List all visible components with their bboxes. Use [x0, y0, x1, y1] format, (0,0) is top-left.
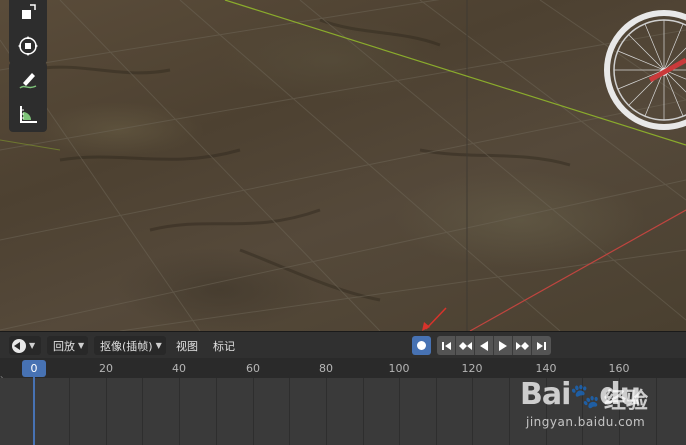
- playback-controls: [437, 336, 551, 355]
- play-button[interactable]: [494, 336, 513, 355]
- play-reverse-icon: [480, 340, 488, 351]
- frame-grid-line: [69, 378, 70, 445]
- frame-grid-line: [363, 378, 364, 445]
- play-reverse-button[interactable]: [475, 336, 494, 355]
- annotation-arrow: [422, 307, 447, 331]
- ruler-tick-label: 60: [246, 362, 260, 375]
- ruler-tick-label: 80: [319, 362, 333, 375]
- ruler-tick-label: 40: [172, 362, 186, 375]
- frame-grid-line: [106, 378, 107, 445]
- jump-end-button[interactable]: [532, 336, 551, 355]
- keying-menu[interactable]: 抠像(插帧) ▼: [94, 336, 166, 355]
- auto-keying-record-button[interactable]: [412, 336, 431, 355]
- frame-grid-line: [399, 378, 400, 445]
- frame-grid-line: [179, 378, 180, 445]
- editor-type-button[interactable]: ▼: [9, 336, 41, 355]
- next-keyframe-button[interactable]: [513, 336, 532, 355]
- frame-grid-line: [253, 378, 254, 445]
- chevron-down-icon: ▼: [29, 341, 36, 350]
- frame-grid-line: [509, 378, 510, 445]
- view-menu[interactable]: 视图: [172, 336, 202, 355]
- marker-menu[interactable]: 标记: [209, 336, 239, 355]
- prev-keyframe-icon: [458, 341, 472, 350]
- playhead-line[interactable]: [33, 377, 35, 445]
- jump-end-icon: [537, 341, 546, 350]
- view-menu-label: 视图: [176, 339, 198, 353]
- frame-grid-line: [436, 378, 437, 445]
- keying-menu-label: 抠像(插帧): [100, 339, 153, 353]
- play-icon: [499, 340, 507, 351]
- chevron-down-icon: ▼: [78, 341, 85, 350]
- playback-menu-label: 回放: [53, 339, 75, 353]
- next-keyframe-icon: [515, 341, 529, 350]
- frame-grid-line: [142, 378, 143, 445]
- blender-window: ▼ 回放 ▼ 抠像(插帧) ▼ 视图 标记 20 40 60 80 100 12…: [0, 0, 686, 445]
- watermark-cn-text: 经验: [604, 389, 649, 414]
- ruler-tick-label: 100: [388, 362, 410, 375]
- frame-grid-line: [326, 378, 327, 445]
- playback-menu[interactable]: 回放 ▼: [47, 336, 89, 355]
- record-dot-icon: [417, 341, 426, 350]
- jump-start-button[interactable]: [437, 336, 456, 355]
- frame-grid-line: [289, 378, 290, 445]
- chevron-down-icon: ▼: [155, 341, 162, 350]
- frame-grid-line: [216, 378, 217, 445]
- watermark-url: jingyan.baidu.com: [526, 415, 646, 429]
- prev-keyframe-button[interactable]: [456, 336, 475, 355]
- frame-grid-line: [472, 378, 473, 445]
- marker-menu-label: 标记: [213, 339, 235, 353]
- timeline-header: ▼ 回放 ▼ 抠像(插帧) ▼ 视图 标记: [0, 331, 686, 358]
- current-frame-indicator[interactable]: 0: [22, 360, 46, 377]
- ruler-tick-label: 20: [99, 362, 113, 375]
- baidu-watermark: Bai🐾du 经验 jingyan.baidu.com: [520, 365, 680, 435]
- 3d-viewport[interactable]: [0, 0, 686, 331]
- jump-start-icon: [441, 341, 451, 350]
- clock-icon: [12, 338, 26, 353]
- ruler-tick-label: 120: [461, 362, 483, 375]
